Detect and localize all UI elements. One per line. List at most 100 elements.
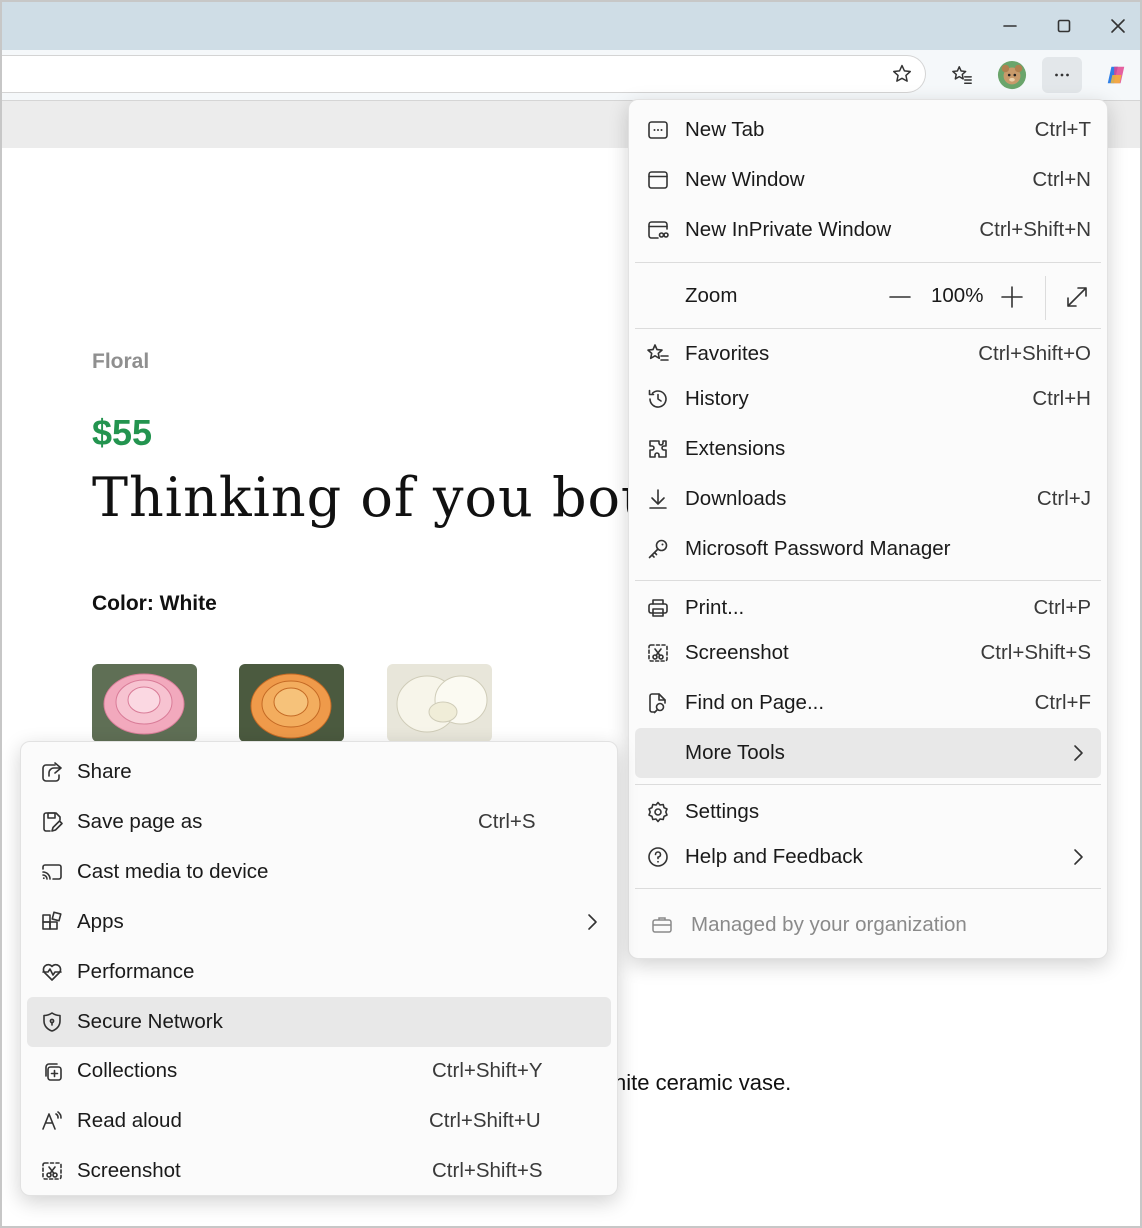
minimize-icon[interactable]	[990, 8, 1030, 44]
menu-item-shortcut: Ctrl+P	[1033, 596, 1091, 619]
menu-item-label: Settings	[685, 800, 760, 823]
menu-item-shortcut: Ctrl+Shift+S	[432, 1159, 543, 1182]
swatch-pink[interactable]	[92, 664, 197, 742]
menu-item-label: Secure Network	[77, 1010, 223, 1033]
menu-item-apps[interactable]: Apps	[27, 898, 611, 946]
close-icon[interactable]	[1098, 8, 1138, 44]
inprivate-icon	[645, 217, 671, 243]
menu-item-read-aloud[interactable]: Read aloud Ctrl+Shift+U	[27, 1097, 611, 1145]
read-aloud-icon	[39, 1108, 65, 1134]
more-tools-menu: Share Save page as Ctrl+S Cast media to …	[20, 741, 618, 1196]
collections-icon	[39, 1058, 65, 1084]
menu-item-shortcut: Ctrl+Shift+S	[980, 641, 1091, 664]
menu-divider	[635, 262, 1101, 263]
address-bar[interactable]	[2, 55, 926, 93]
menu-item-secure-network[interactable]: Secure Network	[27, 997, 611, 1047]
menu-item-favorites[interactable]: Favorites Ctrl+Shift+O	[635, 330, 1101, 378]
menu-item-print[interactable]: Print... Ctrl+P	[635, 584, 1101, 632]
zoom-out-button[interactable]	[887, 284, 913, 310]
zoom-label: Zoom	[685, 284, 738, 307]
chevron-right-icon	[1069, 847, 1089, 867]
menu-item-label: More Tools	[685, 741, 785, 764]
menu-item-new-window[interactable]: New Window Ctrl+N	[635, 156, 1101, 204]
menu-item-new-inprivate-window[interactable]: New InPrivate Window Ctrl+Shift+N	[635, 206, 1101, 254]
zoom-in-button[interactable]	[999, 284, 1025, 310]
menu-item-shortcut: Ctrl+J	[1036, 487, 1091, 510]
title-bar	[2, 2, 1140, 50]
menu-item-help-and-feedback[interactable]: Help and Feedback	[635, 833, 1101, 881]
menu-item-label: Screenshot	[77, 1159, 181, 1182]
swatch-orange[interactable]	[239, 664, 344, 742]
favorites-icon	[645, 341, 671, 367]
history-icon	[645, 386, 671, 412]
menu-item-find-on-page[interactable]: Find on Page... Ctrl+F	[635, 679, 1101, 727]
menu-item-cast-media[interactable]: Cast media to device	[27, 848, 611, 896]
menu-item-label: Apps	[77, 910, 124, 933]
menu-item-save-page-as[interactable]: Save page as Ctrl+S	[27, 798, 611, 846]
menu-item-label: New Window	[685, 168, 805, 191]
zoom-divider	[1045, 276, 1046, 320]
more-icon[interactable]	[1042, 57, 1082, 93]
star-icon[interactable]	[891, 63, 913, 85]
menu-item-label: New InPrivate Window	[685, 218, 892, 241]
fullscreen-icon[interactable]	[1063, 283, 1091, 311]
menu-item-label: Print...	[685, 596, 745, 619]
menu-item-history[interactable]: History Ctrl+H	[635, 375, 1101, 423]
menu-item-label: Cast media to device	[77, 860, 269, 883]
managed-notice: Managed by your organization	[635, 901, 1101, 949]
swatch-white[interactable]	[387, 664, 492, 742]
help-icon	[645, 844, 671, 870]
product-brand: Floral	[92, 350, 150, 373]
product-price: $55	[92, 412, 153, 453]
menu-item-screenshot[interactable]: Screenshot Ctrl+Shift+S	[27, 1147, 611, 1195]
product-description: hite ceramic vase.	[614, 1070, 792, 1095]
menu-item-screenshot[interactable]: Screenshot Ctrl+Shift+S	[635, 629, 1101, 677]
menu-divider	[635, 784, 1101, 785]
menu-item-collections[interactable]: Collections Ctrl+Shift+Y	[27, 1047, 611, 1095]
chevron-right-icon	[1069, 743, 1089, 763]
menu-item-label: Performance	[77, 960, 195, 983]
menu-item-shortcut: Ctrl+Shift+O	[978, 342, 1091, 365]
color-label: Color: White	[92, 592, 217, 615]
menu-item-new-tab[interactable]: New Tab Ctrl+T	[635, 106, 1101, 154]
cast-icon	[39, 859, 65, 885]
menu-item-label: Extensions	[685, 437, 786, 460]
performance-icon	[39, 959, 65, 985]
menu-item-label: History	[685, 387, 749, 410]
maximize-icon[interactable]	[1044, 8, 1084, 44]
menu-item-label: Favorites	[685, 342, 770, 365]
menu-item-password-manager[interactable]: Microsoft Password Manager	[635, 525, 1101, 573]
download-icon	[645, 486, 671, 512]
menu-item-more-tools[interactable]: More Tools	[635, 728, 1101, 778]
menu-item-shortcut: Ctrl+Shift+N	[979, 218, 1091, 241]
menu-item-settings[interactable]: Settings	[635, 788, 1101, 836]
save-icon	[39, 809, 65, 835]
menu-item-label: Share	[77, 760, 132, 783]
copilot-icon[interactable]	[1098, 57, 1134, 93]
screenshot-icon	[39, 1158, 65, 1184]
avatar[interactable]	[994, 57, 1030, 93]
menu-item-extensions[interactable]: Extensions	[635, 425, 1101, 473]
key-icon	[645, 536, 671, 562]
menu-item-label: Help and Feedback	[685, 845, 863, 868]
menu-item-share[interactable]: Share	[27, 748, 611, 796]
menu-item-performance[interactable]: Performance	[27, 948, 611, 996]
apps-icon	[39, 909, 65, 935]
shield-icon	[39, 1009, 65, 1035]
menu-item-shortcut: Ctrl+S	[478, 810, 536, 833]
screenshot-icon	[645, 640, 671, 666]
menu-item-shortcut: Ctrl+N	[1032, 168, 1091, 191]
zoom-value: 100%	[931, 284, 984, 307]
toolbar	[2, 50, 1140, 100]
menu-item-label: New Tab	[685, 118, 765, 141]
menu-item-label: Downloads	[685, 487, 787, 510]
menu-item-downloads[interactable]: Downloads Ctrl+J	[635, 475, 1101, 523]
favorites-icon[interactable]	[944, 57, 980, 93]
menu-item-label: Save page as	[77, 810, 203, 833]
share-icon	[39, 759, 65, 785]
menu-item-label: Find on Page...	[685, 691, 825, 714]
extensions-icon	[645, 436, 671, 462]
menu-item-label: Read aloud	[77, 1109, 182, 1132]
product-title: Thinking of you bouq	[92, 466, 693, 529]
menu-divider	[635, 888, 1101, 889]
